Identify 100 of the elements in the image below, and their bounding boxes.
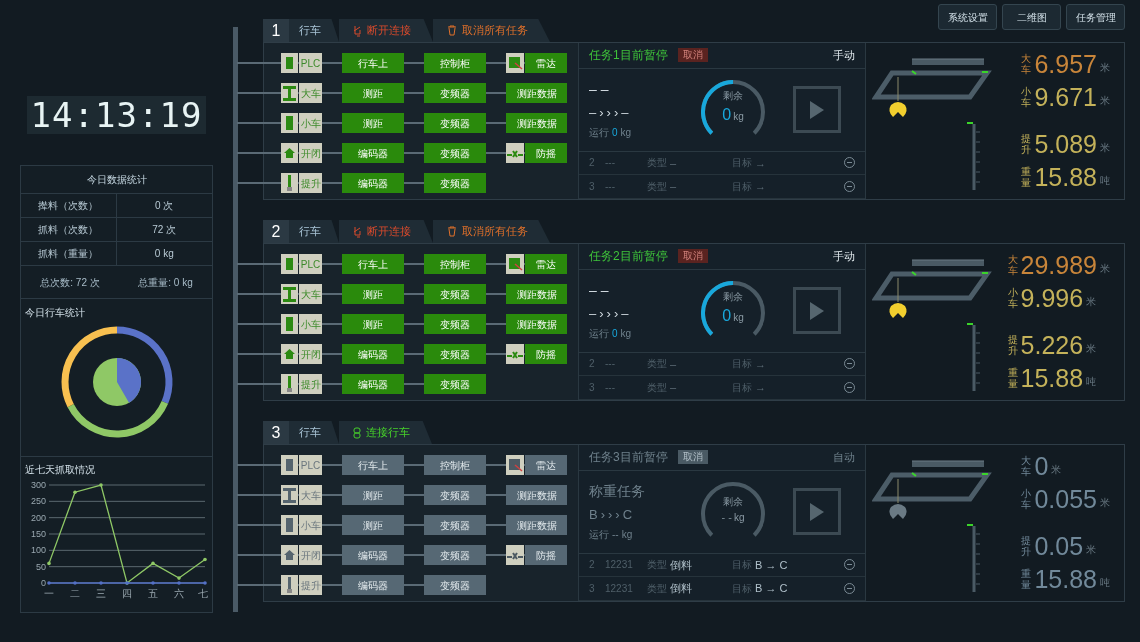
readout-value: 0.055 xyxy=(1034,486,1097,513)
crane-number: 1 xyxy=(263,19,289,42)
readout-label: 大车 xyxy=(1021,455,1032,477)
device-node: 防摇 xyxy=(525,143,567,163)
trolley-icon xyxy=(281,113,298,133)
run-unit: kg xyxy=(620,126,632,141)
minus-icon xyxy=(847,363,852,365)
cancel-button[interactable]: 取消 xyxy=(677,450,708,465)
device-node: 编码器 xyxy=(342,545,404,565)
remain-unit: kg xyxy=(733,110,744,125)
radar-icon xyxy=(506,53,524,73)
device-node: 编码器 xyxy=(342,143,404,163)
stats-title: 今日数据统计 xyxy=(21,166,212,194)
queue-type: – xyxy=(670,155,678,171)
crane-tab[interactable]: 行车 xyxy=(289,220,339,243)
device-node: 控制柜 xyxy=(424,53,486,73)
device-node: 测距数据 xyxy=(506,515,567,535)
cancel-all-button[interactable]: 取消所有任务 xyxy=(433,220,550,243)
x-tick-label: 四 xyxy=(122,588,132,599)
task-title: 任务1目前暂停 xyxy=(589,47,668,65)
crane-tab[interactable]: 行车 xyxy=(289,421,339,444)
device-node: 变频器 xyxy=(424,314,486,334)
device-node: 变频器 xyxy=(424,545,486,565)
queue-target: → xyxy=(755,356,766,372)
task-name: 称重任务 xyxy=(589,481,646,501)
remain-value: 0 xyxy=(722,105,732,126)
device-node: 变频器 xyxy=(424,83,486,103)
unplug-icon xyxy=(353,24,362,37)
queue-id: --- xyxy=(605,156,616,171)
readout-label: 重量 xyxy=(1021,166,1032,188)
run-value: 0 xyxy=(612,327,618,342)
cancel-all-button[interactable]: 取消所有任务 xyxy=(433,19,550,42)
toolbar-button[interactable]: 系统设置 xyxy=(938,4,997,30)
hoist-icon xyxy=(281,173,298,193)
queue-index: 3 xyxy=(589,582,596,597)
device-node: 测距数据 xyxy=(506,113,567,133)
readout-label: 大车 xyxy=(1021,53,1032,75)
readout-value: 6.957 xyxy=(1034,51,1097,78)
device-node: 测距数据 xyxy=(506,284,567,304)
run-label: 运行 xyxy=(589,528,609,543)
beam-icon xyxy=(281,83,298,103)
toolbar-button[interactable]: 二维图 xyxy=(1002,4,1061,30)
device-label: 小车 xyxy=(299,314,322,334)
device-label: 大车 xyxy=(299,83,322,103)
stats-total: 总重量: 0 kg xyxy=(138,275,193,290)
readout-unit: 米 xyxy=(1051,463,1062,477)
minus-icon xyxy=(847,564,852,566)
section-title: 今日行车统计 xyxy=(25,306,86,320)
device-label: 开闭 xyxy=(299,344,322,364)
queue-id: --- xyxy=(605,381,616,396)
queue-index: 3 xyxy=(589,180,596,195)
task-route: B›››C xyxy=(589,505,637,524)
readout-value: 9.671 xyxy=(1034,84,1097,111)
stats-value: 0 kg xyxy=(153,247,175,261)
stats-label: 抓料（次数） xyxy=(21,218,117,241)
play-button[interactable] xyxy=(793,86,841,134)
device-node: 测距数据 xyxy=(506,485,567,505)
queue-type: – xyxy=(670,380,678,396)
remain-value: 0 xyxy=(722,306,732,327)
cancel-button[interactable]: 取消 xyxy=(677,48,708,63)
crane-number: 2 xyxy=(263,220,289,243)
readout-unit: 米 xyxy=(1086,342,1097,356)
device-node: 编码器 xyxy=(342,575,404,595)
queue-type: – xyxy=(670,356,678,372)
play-icon xyxy=(810,301,824,320)
queue-index: 2 xyxy=(589,558,596,573)
task-name: – – xyxy=(589,280,610,300)
device-label: 大车 xyxy=(299,284,322,304)
disconnect-button[interactable]: 断开连接 xyxy=(339,19,433,42)
run-label: 运行 xyxy=(589,126,609,141)
fence-icon xyxy=(506,344,524,364)
device-node: 雷达 xyxy=(525,53,567,73)
device-label: PLC xyxy=(299,254,322,274)
task-route: –›››– xyxy=(589,304,633,323)
readout-value: 5.089 xyxy=(1034,131,1097,158)
minus-icon xyxy=(847,162,852,164)
y-tick-label: 200 xyxy=(30,512,46,523)
queue-type: 倒料 xyxy=(670,557,693,573)
device-node: 测距 xyxy=(342,515,404,535)
toolbar-button[interactable]: 任务管理 xyxy=(1066,4,1125,30)
readout-value: 9.996 xyxy=(1020,285,1084,312)
cancel-button[interactable]: 取消 xyxy=(677,249,708,264)
house-icon xyxy=(281,143,298,163)
chip-icon xyxy=(281,53,298,73)
queue-target: B → C xyxy=(755,581,788,597)
play-button[interactable] xyxy=(793,488,841,536)
disconnect-button[interactable]: 断开连接 xyxy=(339,220,433,243)
crane-tab[interactable]: 行车 xyxy=(289,19,339,42)
run-value: 0 xyxy=(612,126,618,141)
task-title: 任务3目前暂停 xyxy=(589,449,668,467)
readout-unit: 米 xyxy=(1100,61,1110,75)
connect-button[interactable]: 连接行车 xyxy=(339,421,432,444)
play-button[interactable] xyxy=(793,287,841,335)
trash-icon xyxy=(447,25,457,36)
device-label: 小车 xyxy=(299,515,322,535)
device-node: 测距 xyxy=(342,83,404,103)
radar-icon xyxy=(506,254,524,274)
run-unit: kg xyxy=(621,528,633,543)
readout-value: 15.88 xyxy=(1034,164,1097,191)
device-label: 开闭 xyxy=(299,545,322,565)
